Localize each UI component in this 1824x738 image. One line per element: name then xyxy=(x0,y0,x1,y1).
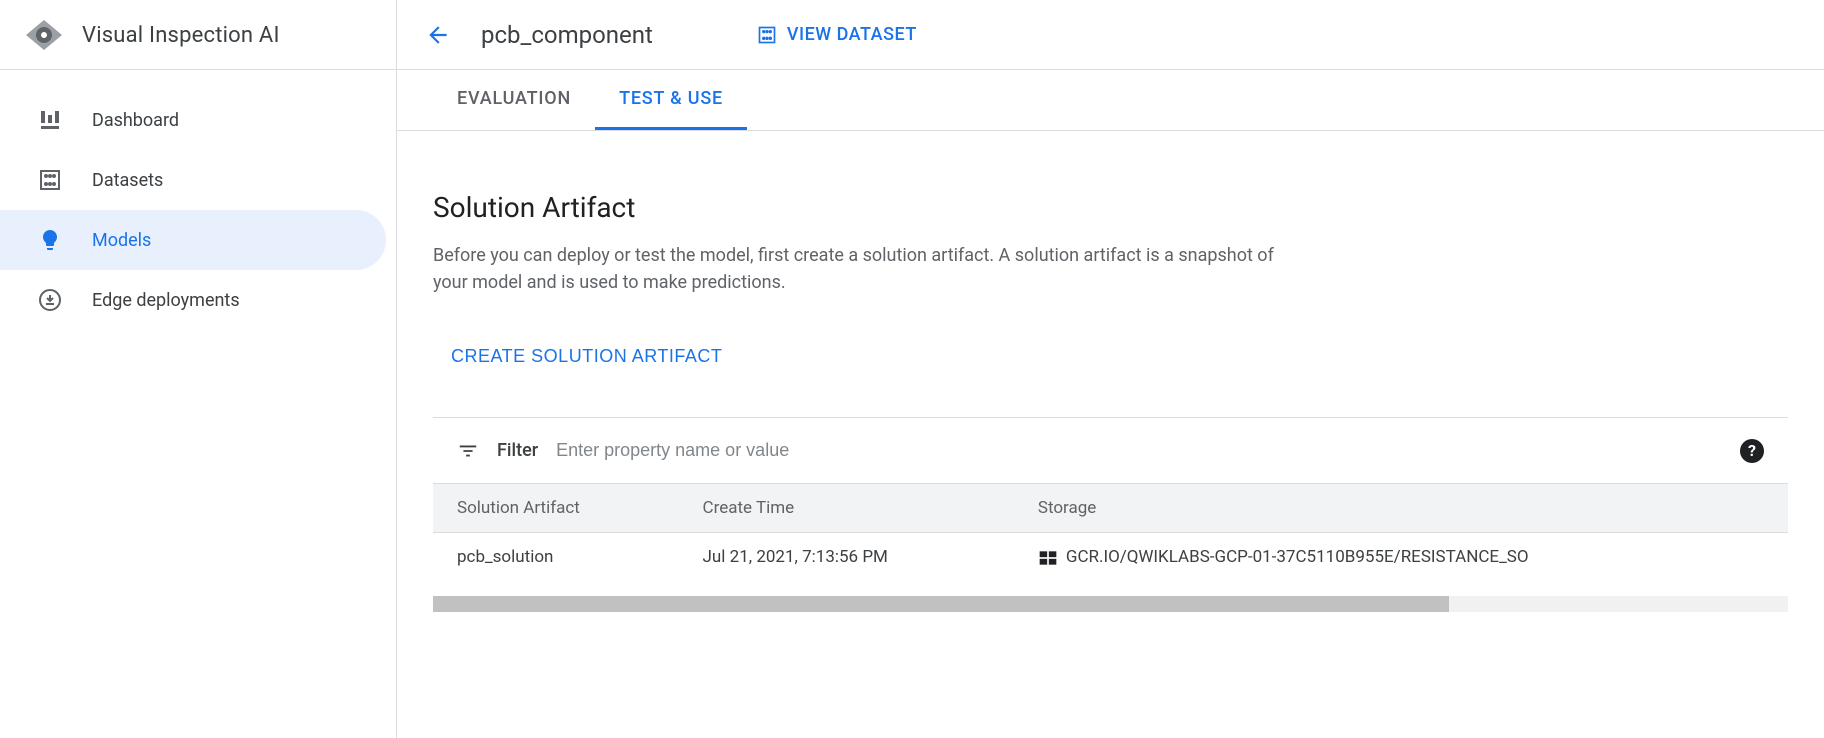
horizontal-scrollbar[interactable] xyxy=(433,596,1788,612)
models-icon xyxy=(38,228,62,252)
tabs: EVALUATION TEST & USE xyxy=(397,70,1824,131)
dataset-icon xyxy=(757,25,777,45)
col-storage[interactable]: Storage xyxy=(1014,484,1788,533)
sidebar-item-datasets[interactable]: Datasets xyxy=(0,150,386,210)
col-create-time[interactable]: Create Time xyxy=(679,484,1014,533)
arrow-back-icon xyxy=(425,22,451,48)
scroll-thumb[interactable] xyxy=(433,596,1449,612)
filter-input[interactable] xyxy=(556,434,1722,467)
sidebar-title: Visual Inspection AI xyxy=(82,23,280,48)
main-header: pcb_component VIEW DATASET xyxy=(397,0,1824,70)
cell-name: pcb_solution xyxy=(433,533,679,582)
main-panel: pcb_component VIEW DATASET EVALUATION TE… xyxy=(397,0,1824,738)
sidebar: Visual Inspection AI Dashboard Datasets … xyxy=(0,0,397,738)
sidebar-item-models[interactable]: Models xyxy=(0,210,386,270)
filter-label: Filter xyxy=(497,440,538,461)
col-solution-artifact[interactable]: Solution Artifact xyxy=(433,484,679,533)
tab-test-and-use[interactable]: TEST & USE xyxy=(595,70,747,130)
storage-path: GCR.IO/QWIKLABS-GCP-01-37C5110B955E/RESI… xyxy=(1066,547,1529,567)
table-row[interactable]: pcb_solution Jul 21, 2021, 7:13:56 PM GC… xyxy=(433,533,1788,582)
sidebar-nav: Dashboard Datasets Models Edge deploymen… xyxy=(0,70,396,330)
sidebar-item-label: Dashboard xyxy=(92,110,179,131)
cell-create-time: Jul 21, 2021, 7:13:56 PM xyxy=(679,533,1014,582)
back-button[interactable] xyxy=(425,22,451,48)
artifact-table: Solution Artifact Create Time Storage pc… xyxy=(433,483,1788,582)
create-solution-artifact-button[interactable]: CREATE SOLUTION ARTIFACT xyxy=(433,336,740,377)
sidebar-item-label: Datasets xyxy=(92,170,163,191)
artifact-table-container: Filter ? Solution Artifact Create Time S… xyxy=(433,417,1788,612)
sidebar-item-dashboard[interactable]: Dashboard xyxy=(0,90,386,150)
sidebar-header: Visual Inspection AI xyxy=(0,0,396,70)
page-title: pcb_component xyxy=(481,21,653,49)
section-title: Solution Artifact xyxy=(433,191,1788,224)
help-icon[interactable]: ? xyxy=(1740,439,1764,463)
section-description: Before you can deploy or test the model,… xyxy=(433,242,1283,296)
container-registry-icon xyxy=(1038,548,1058,568)
content: Solution Artifact Before you can deploy … xyxy=(397,131,1824,738)
edge-icon xyxy=(38,288,62,312)
sidebar-item-label: Edge deployments xyxy=(92,290,240,311)
tab-evaluation[interactable]: EVALUATION xyxy=(433,70,595,130)
sidebar-item-label: Models xyxy=(92,230,151,251)
filter-bar: Filter ? xyxy=(433,418,1788,483)
visual-inspection-logo-icon xyxy=(24,15,64,55)
view-dataset-button[interactable]: VIEW DATASET xyxy=(743,16,931,53)
filter-icon xyxy=(457,440,479,462)
cell-storage: GCR.IO/QWIKLABS-GCP-01-37C5110B955E/RESI… xyxy=(1014,533,1788,582)
sidebar-item-edge-deployments[interactable]: Edge deployments xyxy=(0,270,386,330)
datasets-icon xyxy=(38,168,62,192)
dashboard-icon xyxy=(38,108,62,132)
table-header-row: Solution Artifact Create Time Storage xyxy=(433,484,1788,533)
view-dataset-label: VIEW DATASET xyxy=(787,24,917,45)
